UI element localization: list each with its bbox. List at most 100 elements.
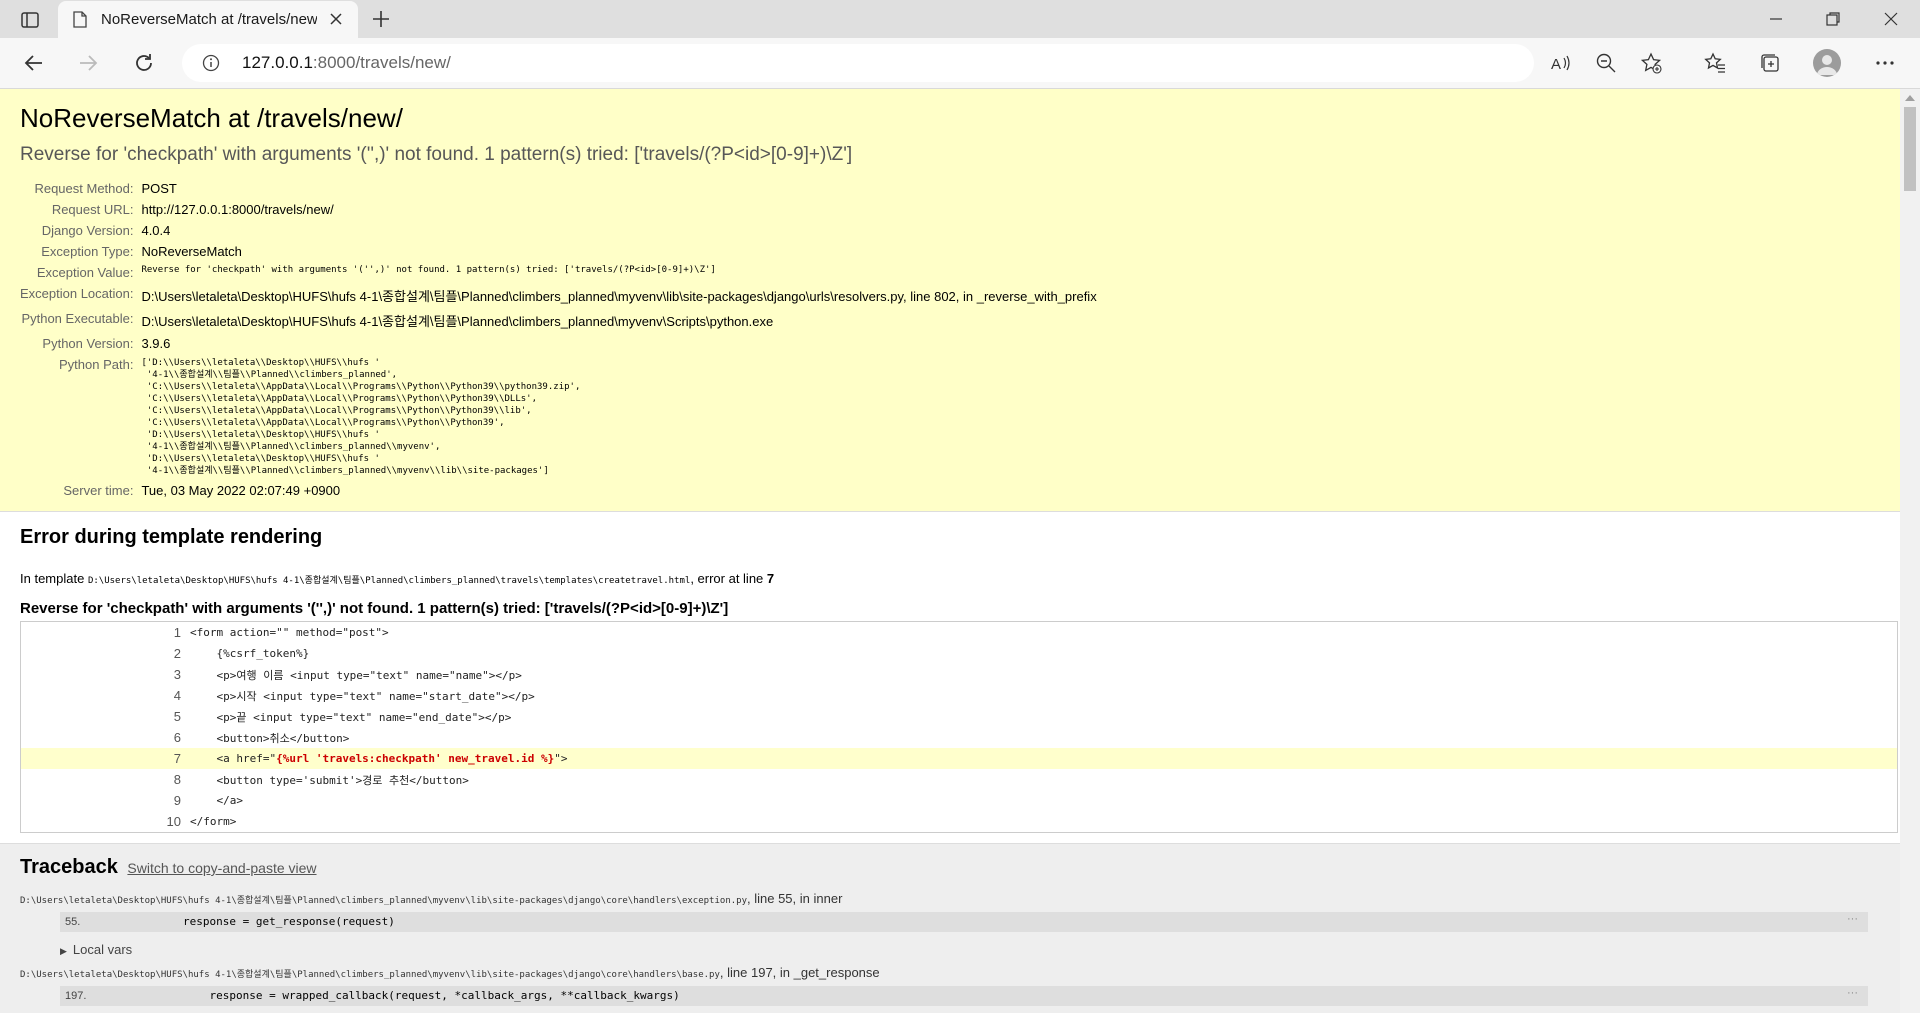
favorites-icon[interactable] — [1704, 52, 1726, 74]
meta-label: Exception Type: — [41, 244, 134, 259]
source-line-number: 5 — [173, 709, 181, 724]
traceback-section: Traceback Switch to copy-and-paste view … — [0, 844, 1900, 1013]
triangle-right-icon: ▶ — [60, 946, 67, 956]
vertical-scrollbar[interactable] — [1900, 89, 1920, 1013]
source-line: 8 <button type='submit'>경로 추천</button> — [21, 769, 1898, 790]
traceback-heading: Traceback Switch to copy-and-paste view — [20, 856, 317, 878]
source-line-code: <p>시작 <input type="text" name="start_dat… — [190, 689, 535, 703]
meta-row: Python Path: ['D:\\Users\\letaleta\\Deskt… — [20, 354, 1097, 480]
read-aloud-icon[interactable]: A — [1550, 52, 1572, 74]
frame-line-number: 197. — [65, 990, 87, 1002]
template-error-heading: Error during template rendering — [20, 526, 323, 548]
user-icon — [1817, 55, 1837, 75]
source-line: 3 <p>여행 이름 <input type="text" name="name… — [21, 664, 1898, 685]
expand-context-icon[interactable]: ··· — [1847, 913, 1858, 925]
source-line: 10 </form> — [21, 811, 1898, 833]
tab-actions-button[interactable] — [10, 7, 50, 33]
tab-strip: NoReverseMatch at /travels/new/ — [0, 0, 1920, 38]
back-icon[interactable] — [22, 51, 46, 75]
source-line-code: {%csrf_token%} — [190, 647, 310, 660]
meta-row: Exception Location: D:\Users\letaleta\Des… — [20, 283, 1097, 308]
error-line-number: 7 — [766, 571, 775, 586]
source-line: 1 <form action="" method="post"> — [21, 622, 1898, 644]
source-line-number: 10 — [166, 814, 181, 829]
copy-paste-view-link[interactable]: Switch to copy-and-paste view — [127, 860, 316, 876]
source-line-number: 8 — [173, 772, 181, 787]
restore-icon[interactable] — [1823, 9, 1843, 29]
document-icon — [73, 11, 87, 28]
meta-value: 3.9.6 — [141, 336, 171, 351]
meta-value: http://127.0.0.1:8000/travels/new/ — [141, 202, 334, 217]
close-tab-icon[interactable] — [328, 11, 344, 27]
source-line: 6 <button>취소</button> — [21, 727, 1898, 748]
page-title: NoReverseMatch at /travels/new/ — [20, 103, 403, 133]
meta-label: Exception Value: — [36, 265, 134, 280]
frame-context-line[interactable]: 197. response = wrapped_callback(request… — [60, 986, 1868, 1006]
tab-title: NoReverseMatch at /travels/new/ — [101, 11, 317, 28]
template-error-intro: In template D:\Users\letaleta\Desktop\HU… — [20, 571, 775, 586]
meta-label: Request Method: — [34, 181, 134, 196]
frame-location: D:\Users\letaleta\Desktop\HUFS\hufs 4-1\… — [20, 965, 880, 980]
page-viewport: NoReverseMatch at /travels/new/ Reverse … — [0, 89, 1900, 1013]
add-favorite-icon[interactable] — [1640, 52, 1662, 74]
active-tab[interactable]: NoReverseMatch at /travels/new/ — [58, 1, 358, 38]
template-error-section: Error during template rendering In templ… — [0, 512, 1900, 844]
source-line-code: <p>끝 <input type="text" name="end_date">… — [190, 710, 512, 724]
source-line: 5 <p>끝 <input type="text" name="end_date… — [21, 706, 1898, 727]
meta-label: Exception Location: — [20, 286, 134, 301]
meta-row: Server time: Tue, 03 May 2022 02:07:49 +0… — [20, 480, 1097, 501]
meta-row: Python Executable: D:\Users\letaleta\Desk… — [20, 308, 1097, 333]
template-source-table: 1 <form action="" method="post"> 2 {%csrf… — [20, 621, 1898, 833]
meta-row: Exception Type: NoReverseMatch — [20, 241, 1097, 262]
forward-icon[interactable] — [76, 51, 100, 75]
minimize-icon[interactable] — [1766, 9, 1786, 29]
profile-avatar[interactable] — [1813, 49, 1841, 77]
source-line: 4 <p>시작 <input type="text" name="start_d… — [21, 685, 1898, 706]
url-input[interactable]: 127.0.0.1:8000/travels/new/ — [182, 44, 1534, 82]
meta-label: Python Version: — [42, 336, 134, 351]
meta-value: Reverse for 'checkpath' with arguments '… — [141, 265, 716, 275]
meta-label: Request URL: — [51, 202, 134, 217]
local-vars-toggle[interactable]: ▶ Local vars — [60, 942, 1880, 957]
frame-code: response = get_response(request) — [183, 915, 395, 928]
python-path-value: ['D:\\Users\\letaleta\\Desktop\\HUFS\\hu… — [141, 354, 1096, 480]
python-path-list: ['D:\\Users\\letaleta\\Desktop\\HUFS\\hu… — [141, 358, 581, 476]
source-line: 9 </a> — [21, 790, 1898, 811]
error-summary: NoReverseMatch at /travels/new/ Reverse … — [0, 89, 1900, 512]
exception-value-heading: Reverse for 'checkpath' with arguments '… — [20, 144, 853, 165]
template-error-message: Reverse for 'checkpath' with arguments '… — [20, 600, 729, 617]
meta-row: Request Method: POST — [20, 178, 1097, 199]
source-line-number: 2 — [173, 646, 181, 661]
zoom-out-icon[interactable] — [1595, 52, 1617, 74]
template-path: D:\Users\letaleta\Desktop\HUFS\hufs 4-1\… — [87, 576, 691, 586]
refresh-icon[interactable] — [132, 51, 156, 75]
frame-line-number: 55. — [65, 916, 81, 928]
site-info-icon[interactable] — [202, 54, 220, 72]
source-line-number: 7 — [20, 748, 190, 769]
source-line-number: 9 — [173, 793, 181, 808]
meta-row: Python Version: 3.9.6 — [20, 333, 1097, 354]
source-line-code: <button>취소</button> — [190, 731, 350, 745]
meta-row: Exception Value: Reverse for 'checkpath' … — [20, 262, 1097, 283]
source-line-code: <a href="{%url 'travels:checkpath' new_t… — [190, 748, 1898, 769]
frame-context-line[interactable]: 55. response = get_response(request) ··· — [60, 912, 1868, 932]
more-options-icon[interactable] — [1874, 52, 1896, 74]
source-line-code: <form action="" method="post"> — [190, 626, 389, 639]
scroll-up-icon[interactable] — [1905, 95, 1915, 101]
source-line: 2 {%csrf_token%} — [21, 643, 1898, 664]
meta-value: D:\Users\letaleta\Desktop\HUFS\hufs 4-1\… — [141, 314, 774, 329]
close-window-icon[interactable] — [1881, 9, 1901, 29]
scrollbar-thumb[interactable] — [1904, 107, 1916, 191]
source-line-number: 3 — [173, 667, 181, 682]
new-tab-icon[interactable] — [370, 8, 392, 30]
meta-label: Server time: — [63, 483, 134, 498]
source-line-error: 7 <a href="{%url 'travels:checkpath' new… — [20, 748, 1898, 769]
expand-context-icon[interactable]: ··· — [1847, 987, 1858, 999]
source-line-number: 6 — [173, 730, 181, 745]
address-bar: 127.0.0.1:8000/travels/new/ A — [0, 38, 1920, 89]
frame-location: D:\Users\letaleta\Desktop\HUFS\hufs 4-1\… — [20, 891, 843, 906]
meta-label: Python Executable: — [21, 311, 134, 326]
meta-label: Django Version: — [41, 223, 134, 238]
error-highlight: {%url 'travels:checkpath' new_travel.id … — [276, 752, 555, 765]
collections-icon[interactable] — [1759, 52, 1781, 74]
